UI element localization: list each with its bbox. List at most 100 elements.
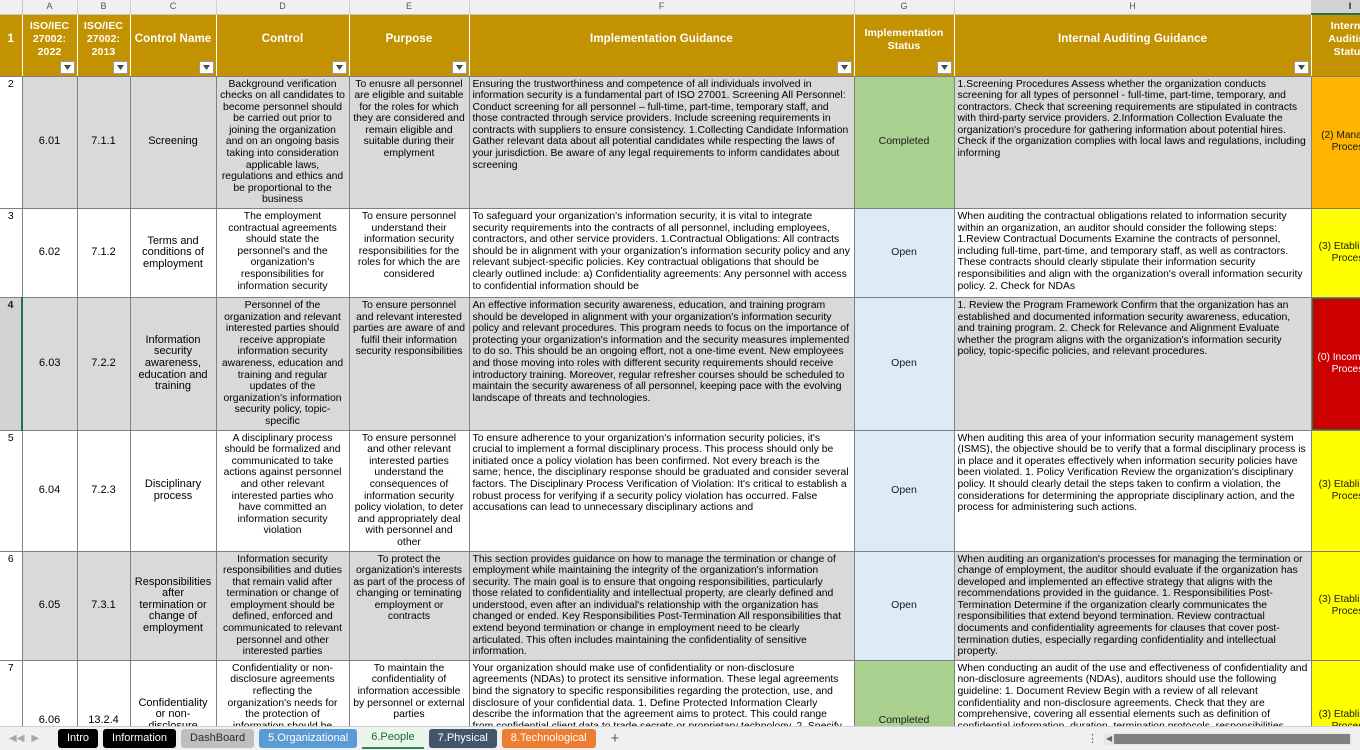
cell-iso-2013[interactable]: 7.1.1 [77, 76, 131, 210]
cell-internal-auditing-status[interactable]: (3) Etablished Process [1311, 430, 1360, 552]
filter-dropdown-icon[interactable] [936, 60, 952, 74]
cell-implementation-status[interactable]: Open [854, 208, 955, 299]
cell-control[interactable]: Confidentiality or non-disclosure agreem… [216, 660, 350, 726]
filter-dropdown-icon[interactable] [198, 60, 214, 74]
filter-dropdown-icon[interactable] [836, 60, 852, 74]
first-sheet-icon[interactable]: ◀◀ [9, 733, 24, 744]
horizontal-scrollbar[interactable]: ◀ [1104, 732, 1352, 745]
more-options-icon[interactable]: ⋮ [1087, 733, 1098, 744]
sheet-tab-people[interactable]: 6.People [362, 728, 424, 749]
cell-iso-2022[interactable]: 6.06 [22, 660, 78, 726]
sheet-tab-organizational[interactable]: 5.Organizational [259, 729, 358, 748]
cell-implementation-status[interactable]: Completed [854, 660, 955, 726]
cell-control-name[interactable]: Responsibilities after termination or ch… [130, 551, 217, 661]
spreadsheet-window: A B C D E F G H I J 1 ISO/IEC 27002: 202… [0, 0, 1360, 750]
cell-control[interactable]: Information security responsibilities an… [216, 551, 350, 661]
scroll-left-icon[interactable]: ◀ [1104, 734, 1114, 743]
cell-iso-2013[interactable]: 7.3.1 [77, 551, 131, 661]
row-header-1[interactable]: 1 [0, 14, 23, 77]
cell-implementation-status[interactable]: Open [854, 551, 955, 661]
worksheet-grid[interactable]: A B C D E F G H I J 1 ISO/IEC 27002: 202… [0, 0, 1360, 726]
sheet-tab-information[interactable]: Information [103, 729, 177, 748]
column-header-g[interactable]: G [854, 0, 955, 15]
cell-iso-2013[interactable]: 13.2.4 [77, 660, 131, 726]
cell-internal-auditing-status[interactable]: (2) Managed Process [1311, 76, 1360, 210]
cell-implementation-guidance[interactable]: To safeguard your organization's informa… [469, 208, 855, 299]
cell-purpose[interactable]: To ensure personnel and relevant interes… [349, 297, 470, 431]
row-header-7[interactable]: 7 [0, 660, 23, 726]
cell-control[interactable]: Background verification checks on all ca… [216, 76, 350, 210]
column-header-f[interactable]: F [469, 0, 855, 15]
cell-iso-2022[interactable]: 6.02 [22, 208, 78, 299]
cell-purpose[interactable]: To ensure personnel and other relevant i… [349, 430, 470, 552]
row-header-2[interactable]: 2 [0, 76, 23, 210]
cell-implementation-guidance[interactable]: An effective information security awaren… [469, 297, 855, 431]
cell-control-name[interactable]: Disciplinary process [130, 430, 217, 552]
select-all-corner[interactable] [0, 0, 23, 15]
cell-internal-auditing-guidance[interactable]: When conducting an audit of the use and … [954, 660, 1312, 726]
column-header-d[interactable]: D [216, 0, 350, 15]
cell-internal-auditing-guidance[interactable]: 1. Review the Program Framework Confirm … [954, 297, 1312, 431]
cell-internal-auditing-status-selected[interactable]: (0) Incomplete Process [1311, 297, 1360, 431]
sheet-tab-intro[interactable]: Intro [58, 729, 99, 748]
sheet-table: A B C D E F G H I J 1 ISO/IEC 27002: 202… [0, 0, 1360, 726]
sheet-nav-arrows[interactable]: ◀◀ ▶ [0, 733, 58, 744]
row-header-3[interactable]: 3 [0, 208, 23, 299]
row-header-6[interactable]: 6 [0, 551, 23, 661]
filter-dropdown-icon[interactable] [331, 60, 347, 74]
sheet-tab-physical[interactable]: 7.Physical [428, 729, 497, 748]
cell-implementation-guidance[interactable]: This section provides guidance on how to… [469, 551, 855, 661]
cell-control-name[interactable]: Information security awareness, educatio… [130, 297, 217, 431]
header-label-iso-2013: ISO/IEC 27002: 2013 [83, 20, 124, 58]
cell-implementation-guidance[interactable]: Your organization should make use of con… [469, 660, 855, 726]
cell-implementation-guidance[interactable]: To ensure adherence to your organization… [469, 430, 855, 552]
filter-dropdown-icon[interactable] [451, 60, 467, 74]
cell-control-name[interactable]: Terms and conditions of employment [130, 208, 217, 299]
cell-purpose[interactable]: To enusre all personnel are eligible and… [349, 76, 470, 210]
column-header-e[interactable]: E [349, 0, 470, 15]
cell-control[interactable]: Personnel of the organization and releva… [216, 297, 350, 431]
cell-purpose[interactable]: To ensure personnel understand their inf… [349, 208, 470, 299]
cell-control[interactable]: A disciplinary process should be formali… [216, 430, 350, 552]
cell-implementation-status[interactable]: Open [854, 430, 955, 552]
cell-implementation-status[interactable]: Completed [854, 76, 955, 210]
cell-internal-auditing-guidance[interactable]: When auditing this area of your informat… [954, 430, 1312, 552]
next-sheet-icon[interactable]: ▶ [31, 733, 39, 744]
column-header-i[interactable]: I [1311, 0, 1360, 15]
cell-implementation-status[interactable]: Open [854, 297, 955, 431]
cell-iso-2022[interactable]: 6.03 [22, 297, 78, 431]
cell-internal-auditing-guidance[interactable]: When auditing an organization's processe… [954, 551, 1312, 661]
cell-internal-auditing-status[interactable]: (3) Etablished Process [1311, 208, 1360, 299]
cell-internal-auditing-status[interactable]: (3) Etablished Process [1311, 660, 1360, 726]
cell-internal-auditing-guidance[interactable]: When auditing the contractual obligation… [954, 208, 1312, 299]
cell-implementation-guidance[interactable]: Ensuring the trustworthiness and compete… [469, 76, 855, 210]
cell-control[interactable]: The employment contractual agreements sh… [216, 208, 350, 299]
cell-control-name[interactable]: Confidentiality or non-disclosure agreem… [130, 660, 217, 726]
row-header-5[interactable]: 5 [0, 430, 23, 552]
cell-purpose[interactable]: To maintain the confidentiality of infor… [349, 660, 470, 726]
cell-control-name[interactable]: Screening [130, 76, 217, 210]
sheet-tab-dashboard[interactable]: DashBoard [181, 729, 255, 748]
cell-purpose[interactable]: To protect the organization's interests … [349, 551, 470, 661]
header-cell-implementation-guidance: Implementation Guidance [469, 14, 855, 77]
column-header-c[interactable]: C [130, 0, 217, 15]
cell-iso-2013[interactable]: 7.2.3 [77, 430, 131, 552]
cell-iso-2022[interactable]: 6.04 [22, 430, 78, 552]
cell-iso-2022[interactable]: 6.01 [22, 76, 78, 210]
cell-internal-auditing-status[interactable]: (3) Etablished Process [1311, 551, 1360, 661]
cell-iso-2022[interactable]: 6.05 [22, 551, 78, 661]
column-header-a[interactable]: A [22, 0, 78, 15]
filter-dropdown-icon[interactable] [1293, 60, 1309, 74]
header-cell-implementation-status: Implementation Status [854, 14, 955, 77]
cell-iso-2013[interactable]: 7.1.2 [77, 208, 131, 299]
row-header-4[interactable]: 4 [0, 297, 23, 431]
cell-internal-auditing-guidance[interactable]: 1.Screening Procedures Assess whether th… [954, 76, 1312, 210]
filter-dropdown-icon[interactable] [59, 60, 75, 74]
filter-dropdown-icon[interactable] [112, 60, 128, 74]
horizontal-scroll-thumb[interactable] [1114, 733, 1350, 744]
add-sheet-button[interactable]: + [601, 731, 630, 746]
sheet-tab-technological[interactable]: 8.Technological [501, 729, 596, 748]
column-header-b[interactable]: B [77, 0, 131, 15]
cell-iso-2013[interactable]: 7.2.2 [77, 297, 131, 431]
column-header-h[interactable]: H [954, 0, 1312, 15]
